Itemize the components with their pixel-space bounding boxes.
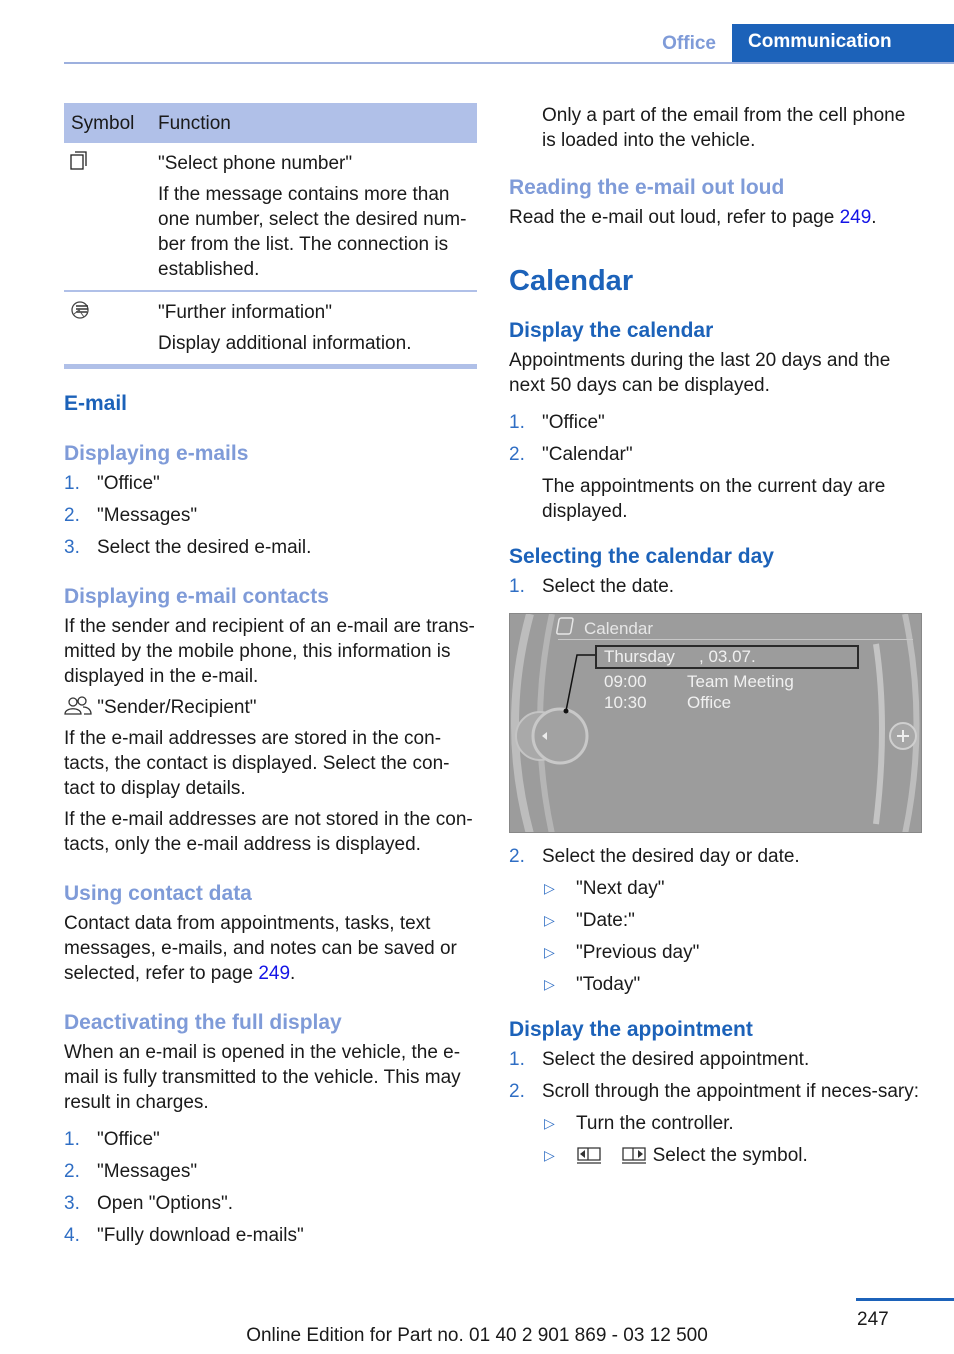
section-tab-office[interactable]: Office (662, 31, 716, 56)
symbol-line: "Sender/Recipient" (64, 695, 477, 720)
bullet-triangle-icon: ▷ (544, 912, 555, 928)
list-item: 2. Select the desired day or date. (509, 846, 800, 867)
calendar-heading: Calendar (509, 265, 634, 297)
callout-line (565, 654, 595, 712)
list-item: ▷ "Date:" (544, 910, 635, 931)
list-item: 1. "Office" (64, 1129, 160, 1150)
list-item: ▷ "Previous day" (544, 942, 700, 963)
day-options: ▷ "Next day" ▷ "Date:" ▷ "Previous day" ▷ "T… (542, 876, 922, 997)
bullet-triangle-icon: ▷ (544, 976, 555, 992)
row-text: Display additional information. (158, 333, 412, 354)
table-row: "Select phone number" If the message con… (64, 143, 477, 292)
list-item: 1. Select the date. (509, 576, 675, 597)
paragraph: If the sender and recipient of an e-mail… (64, 616, 475, 687)
paragraph: If the e-mail addresses are stored in th… (64, 728, 450, 799)
calendar-app-icon (556, 617, 574, 635)
bullet-triangle-icon: ▷ (544, 944, 555, 960)
page-forward-icon (622, 1147, 647, 1164)
selecting-day-heading: Selecting the calendar day (509, 545, 774, 568)
sender-recipient-icon (64, 696, 92, 715)
right-column: Only a part of the email from the cell p… (509, 103, 922, 1175)
email-heading: E-mail (64, 392, 128, 415)
bullet-triangle-icon: ▷ (544, 1115, 555, 1131)
list-item: ▷ Select the symbol. (544, 1145, 808, 1166)
page-link[interactable]: 249 (258, 963, 290, 984)
deactivating-heading: Deactivating the full display (64, 1011, 342, 1034)
col-header-symbol: Symbol (64, 103, 158, 143)
bullet-triangle-icon: ▷ (544, 1147, 555, 1163)
deactivating-steps: 1. "Office" 2. "Messages" 3. Open "Options"… (64, 1127, 477, 1248)
calendar-screenshot: Calendar Thursday , 03.07. 09:00 Team Me… (509, 613, 922, 833)
paragraph: Appointments during the last 20 days and… (509, 350, 891, 396)
display-calendar-steps: 1. "Office" 2. "Calendar" The appointments… (509, 410, 922, 524)
list-item: 1. "Office" (64, 473, 160, 494)
page-link[interactable]: 249 (840, 207, 872, 228)
list-item: 3. Select the desired e-mail. (64, 537, 312, 558)
appointment-time: 10:30 (604, 693, 647, 712)
appointment-title[interactable]: Office (687, 690, 731, 715)
footer-edition: Online Edition for Part no. 01 40 2 901 … (246, 1325, 708, 1346)
table-row: "Further information" Display additional… (64, 291, 477, 369)
reading-heading: Reading the e-mail out loud (509, 176, 785, 199)
paragraph: Only a part of the email from the cell p… (542, 105, 906, 151)
list-item: ▷ "Next day" (544, 878, 665, 899)
display-appointment-heading: Display the appointment (509, 1018, 753, 1041)
paragraph: When an e-mail is opened in the vehicle,… (64, 1042, 461, 1113)
display-calendar-heading: Display the calendar (509, 319, 714, 342)
selected-date: , 03.07. (699, 647, 756, 666)
list-item: 2. Scroll through the appointment if nece… (509, 1081, 920, 1102)
list-item: 1. Select the desired appointment. (509, 1049, 810, 1070)
controller-knob (531, 707, 589, 765)
paragraph: Read the e-mail out loud, refer to page … (509, 207, 877, 228)
row-title: "Further information" (158, 302, 332, 323)
list-item: 2. "Messages" (64, 505, 198, 526)
display-appointment-steps: 1. Select the desired appointment. 2. Scro… (509, 1047, 922, 1104)
displaying-emails-steps: 1. "Office" 2. "Messages" 3. Select the des… (64, 471, 477, 560)
symbol-table: Symbol Function "Select phone number" If… (64, 103, 477, 369)
list-item: 1. "Office" (509, 412, 605, 433)
contact-data-heading: Using contact data (64, 882, 252, 905)
bullet-triangle-icon: ▷ (544, 880, 555, 896)
list-item: ▷ "Today" (544, 974, 641, 995)
list-item: 4. "Fully download e-mails" (64, 1225, 304, 1246)
phone-number-icon (70, 151, 87, 170)
row-text: If the message contains more than one nu… (158, 184, 467, 280)
col-header-function: Function (158, 103, 477, 143)
list-item: 3. Open "Options". (64, 1193, 234, 1214)
page-back-icon (577, 1147, 601, 1164)
selecting-day-steps: 1. Select the date. (509, 574, 922, 599)
paragraph: If the e-mail addresses are not stored i… (64, 809, 473, 855)
screen-title: Calendar (584, 619, 653, 638)
email-contacts-heading: Displaying e-mail contacts (64, 585, 329, 608)
displaying-emails-heading: Displaying e-mails (64, 442, 249, 465)
list-item: ▷ Turn the controller. (544, 1113, 734, 1134)
selecting-day-steps-2: 2. Select the desired day or date. (509, 844, 922, 869)
page-header: Office Communication (64, 24, 954, 64)
selected-day: Thursday (604, 647, 675, 666)
list-item: 2. "Messages" (64, 1161, 198, 1182)
list-item: 2. "Calendar" The appointments on the cur… (509, 444, 886, 522)
further-information-icon (71, 301, 89, 319)
row-title: "Select phone number" (158, 153, 353, 174)
appointment-sub-steps: ▷ Turn the controller. ▷ Select the symbo… (542, 1111, 922, 1168)
paragraph: Contact data from appointments, tasks, t… (64, 913, 457, 984)
section-tab-communication[interactable]: Communication (732, 24, 954, 62)
page-number-rule (856, 1298, 954, 1301)
left-column: Symbol Function "Select phone number" If… (64, 103, 477, 1255)
